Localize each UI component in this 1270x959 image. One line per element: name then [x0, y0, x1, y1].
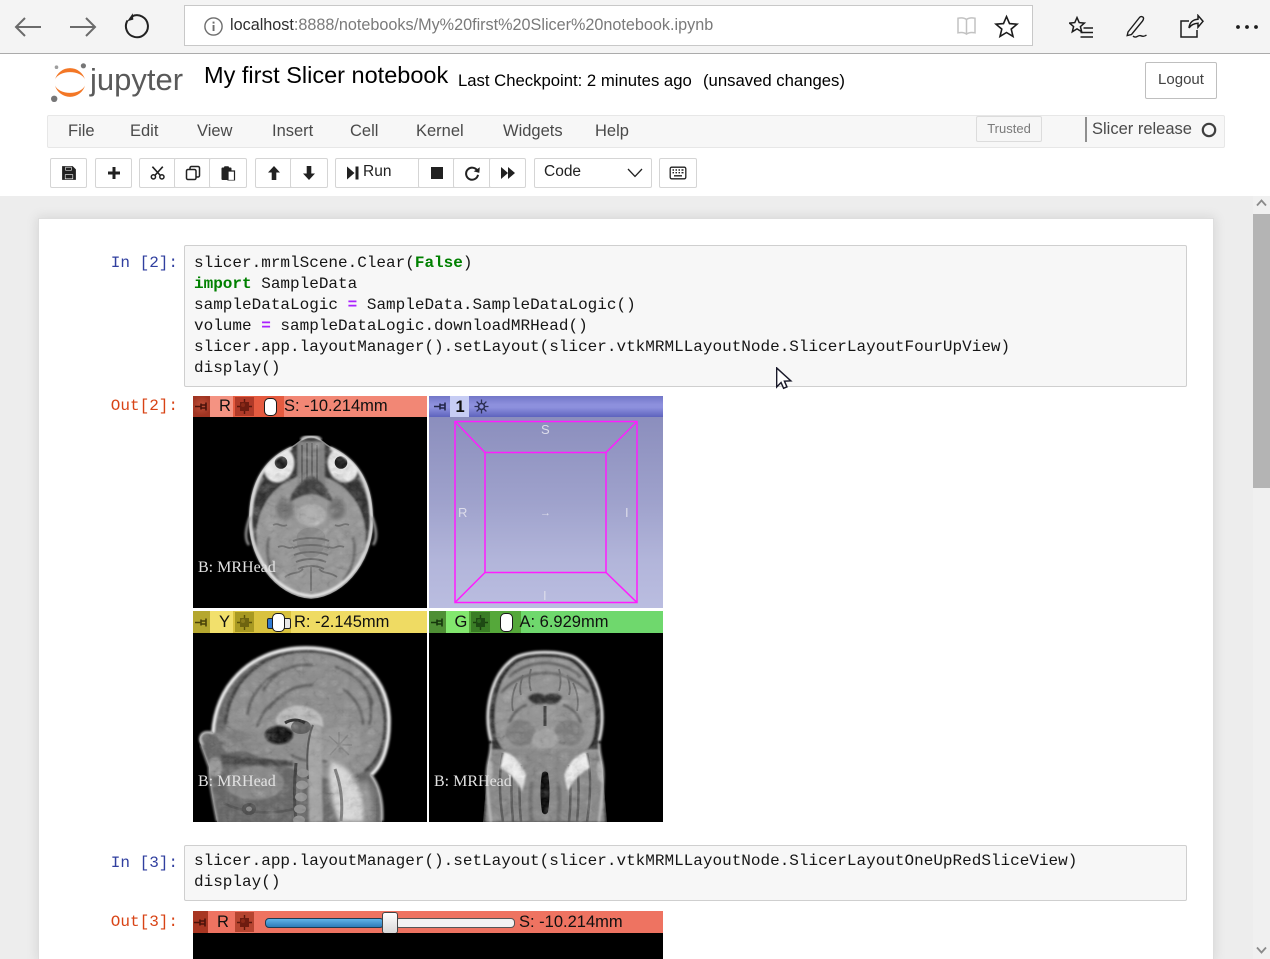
svg-text:I: I [543, 588, 547, 603]
svg-text:I: I [625, 505, 629, 520]
svg-text:R: R [458, 505, 467, 520]
svg-text:B: MRHead: B: MRHead [434, 773, 512, 790]
svg-text:B: MRHead: B: MRHead [198, 773, 276, 790]
svg-text:→: → [540, 507, 551, 519]
svg-text:S: S [541, 422, 550, 437]
svg-text:B: MRHead: B: MRHead [198, 559, 276, 576]
